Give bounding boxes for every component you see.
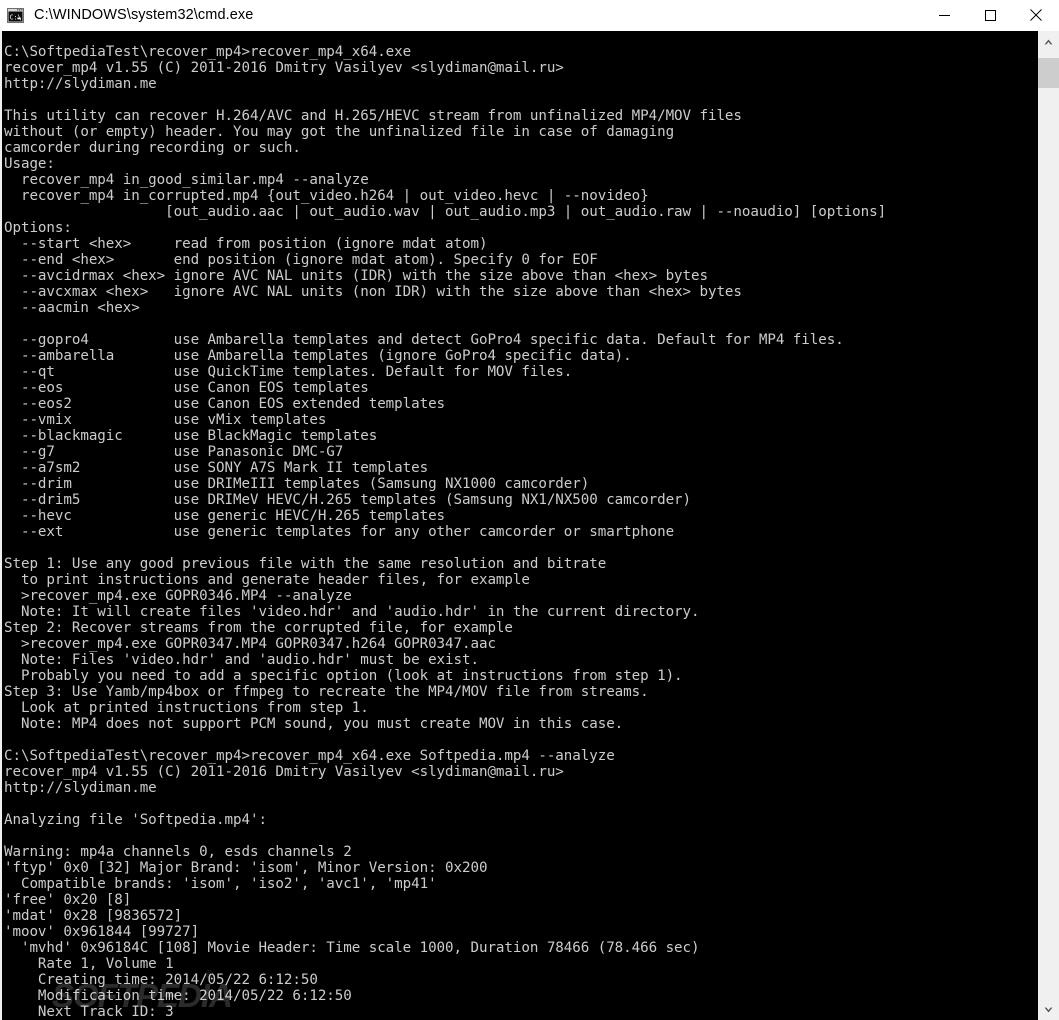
console-line: --start <hex> read from position (ignore… xyxy=(4,236,488,252)
minimize-button[interactable] xyxy=(921,0,967,30)
console-line: --a7sm2 use SONY A7S Mark II templates xyxy=(4,460,429,476)
console-line: Creating time: 2014/05/22 6:12:50 xyxy=(4,972,318,988)
close-button[interactable] xyxy=(1013,0,1059,30)
console-line: 'moov' 0x961844 [99727] xyxy=(4,924,200,940)
title-bar-left: C:\ C:\WINDOWS\system32\cmd.exe xyxy=(0,7,921,23)
cmd-console-icon: C:\ xyxy=(7,7,24,23)
console-line: --vmix use vMix templates xyxy=(4,412,327,428)
console-line: 'mdat' 0x28 [9836572] xyxy=(4,908,183,924)
console-line: --hevc use generic HEVC/H.265 templates xyxy=(4,508,446,524)
console-line: --avcxmax <hex> ignore AVC NAL units (no… xyxy=(4,284,742,300)
console-line: http://slydiman.me xyxy=(4,76,157,92)
console-line: --g7 use Panasonic DMC-G7 xyxy=(4,444,344,460)
scrollbar-track[interactable] xyxy=(1038,52,1059,999)
maximize-button[interactable] xyxy=(967,0,1013,30)
scroll-up-arrow-icon[interactable] xyxy=(1038,31,1059,52)
console-line: >recover_mp4.exe GOPR0346.MP4 --analyze xyxy=(4,588,352,604)
console-line: Step 2: Recover streams from the corrupt… xyxy=(4,620,513,636)
title-bar: C:\ C:\WINDOWS\system32\cmd.exe xyxy=(0,0,1059,31)
console-line: Step 3: Use Yamb/mp4box or ffmpeg to rec… xyxy=(4,684,649,700)
console-line: 'mvhd' 0x96184C [108] Movie Header: Time… xyxy=(4,940,700,956)
console-line: --ext use generic templates for any othe… xyxy=(4,524,675,540)
console-output: C:\SoftpediaTest\recover_mp4>recover_mp4… xyxy=(4,44,886,1020)
svg-text:C:\: C:\ xyxy=(10,13,22,21)
console-area: C:\SoftpediaTest\recover_mp4>recover_mp4… xyxy=(0,31,1059,1020)
console-line: --aacmin <hex> xyxy=(4,300,140,316)
console-line: >recover_mp4.exe GOPR0347.MP4 GOPR0347.h… xyxy=(4,636,496,652)
console-line: Look at printed instructions from step 1… xyxy=(4,700,369,716)
console-line: to print instructions and generate heade… xyxy=(4,572,530,588)
console-line: Compatible brands: 'isom', 'iso2', 'avc1… xyxy=(4,876,437,892)
console-line: --drim use DRIMeIII templates (Samsung N… xyxy=(4,476,590,492)
console-line: Options: xyxy=(4,220,72,236)
vertical-scrollbar[interactable] xyxy=(1038,31,1059,1020)
console-line: camcorder during recording or such. xyxy=(4,140,301,156)
console-line: http://slydiman.me xyxy=(4,780,157,796)
console-line: [out_audio.aac | out_audio.wav | out_aud… xyxy=(4,204,887,220)
console-line: This utility can recover H.264/AVC and H… xyxy=(4,108,742,124)
window-title: C:\WINDOWS\system32\cmd.exe xyxy=(34,7,254,23)
console-line: --gopro4 use Ambarella templates and det… xyxy=(4,332,844,348)
console-line: Step 1: Use any good previous file with … xyxy=(4,556,607,572)
console-screen[interactable]: C:\SoftpediaTest\recover_mp4>recover_mp4… xyxy=(2,31,1038,1020)
console-line: Note: It will create files 'video.hdr' a… xyxy=(4,604,700,620)
console-line: recover_mp4 in_good_similar.mp4 --analyz… xyxy=(4,172,369,188)
console-line: --drim5 use DRIMeV HEVC/H.265 templates … xyxy=(4,492,692,508)
console-line: --end <hex> end position (ignore mdat at… xyxy=(4,252,598,268)
window-controls xyxy=(921,0,1059,30)
console-line: --blackmagic use BlackMagic templates xyxy=(4,428,378,444)
console-line: recover_mp4 in_corrupted.mp4 {out_video.… xyxy=(4,188,649,204)
console-line: C:\SoftpediaTest\recover_mp4>recover_mp4… xyxy=(4,44,412,60)
console-line: recover_mp4 v1.55 (C) 2011-2016 Dmitry V… xyxy=(4,764,564,780)
scroll-down-arrow-icon[interactable] xyxy=(1038,999,1059,1020)
console-line: --eos use Canon EOS templates xyxy=(4,380,369,396)
console-line: Analyzing file 'Softpedia.mp4': xyxy=(4,812,267,828)
console-line: without (or empty) header. You may got t… xyxy=(4,124,675,140)
console-line: Next Track ID: 3 xyxy=(4,1004,174,1020)
scrollbar-thumb[interactable] xyxy=(1038,58,1059,88)
console-line: Probably you need to add a specific opti… xyxy=(4,668,683,684)
console-line: recover_mp4 v1.55 (C) 2011-2016 Dmitry V… xyxy=(4,60,564,76)
console-line: Modification time: 2014/05/22 6:12:50 xyxy=(4,988,352,1004)
console-line: 'free' 0x20 [8] xyxy=(4,892,132,908)
console-line: --qt use QuickTime templates. Default fo… xyxy=(4,364,573,380)
console-line: Note: Files 'video.hdr' and 'audio.hdr' … xyxy=(4,652,479,668)
console-line: Warning: mp4a channels 0, esds channels … xyxy=(4,844,352,860)
console-line: C:\SoftpediaTest\recover_mp4>recover_mp4… xyxy=(4,748,615,764)
console-line: Note: MP4 does not support PCM sound, yo… xyxy=(4,716,624,732)
console-line: Usage: xyxy=(4,156,55,172)
console-line: --ambarella use Ambarella templates (ign… xyxy=(4,348,632,364)
console-line: --avcidrmax <hex> ignore AVC NAL units (… xyxy=(4,268,708,284)
console-line: 'ftyp' 0x0 [32] Major Brand: 'isom', Min… xyxy=(4,860,488,876)
cmd-console-window: C:\ C:\WINDOWS\system32\cmd.exe C:\Softp… xyxy=(0,0,1059,1020)
console-line: Rate 1, Volume 1 xyxy=(4,956,174,972)
console-line: --eos2 use Canon EOS extended templates xyxy=(4,396,446,412)
